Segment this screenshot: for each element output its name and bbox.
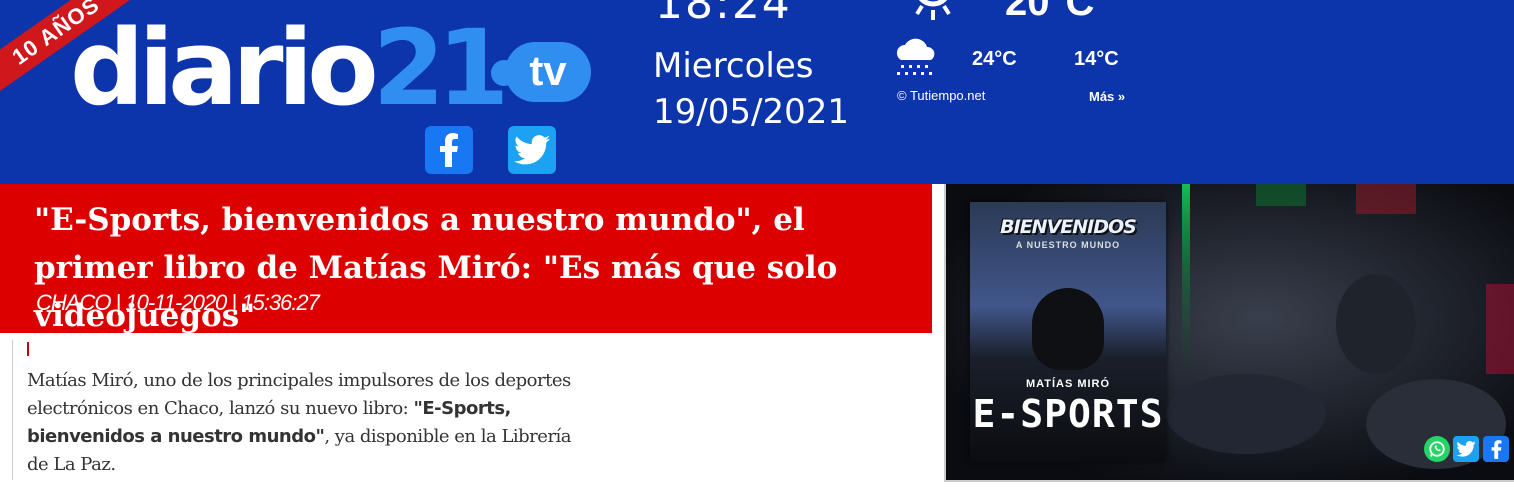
current-temperature: 20°C [1005,0,1095,24]
weather-more-link[interactable]: Más » [1089,89,1125,104]
share-whatsapp-button[interactable] [1424,436,1450,462]
article-headline: "E-Sports, bienvenidos a nuestro mundo",… [34,202,838,334]
whatsapp-icon [1429,441,1445,457]
text-cursor-mark [27,342,29,356]
logo-text: diario [70,7,379,129]
site-header: 10 AÑOS diario 21 tv 18:24 Miercoles 19/… [0,0,1514,184]
facebook-icon [1491,439,1501,459]
current-time: 18:24 [655,0,792,29]
cover-gamer-silhouette [1032,288,1104,370]
article-byline: CHACO | 10-11-2020 | 15:36:27 [36,290,320,315]
book-cover: BIENVENIDOS A NUESTRO MUNDO MATÍAS MIRÓ … [970,202,1166,462]
rain-cloud-icon [896,38,935,75]
twitter-icon [514,135,550,165]
twitter-icon [1456,441,1476,457]
logo-number: 21 [372,7,510,129]
current-date: 19/05/2021 [653,92,849,132]
article-lead: Matías Miró, uno de los principales impu… [27,367,587,479]
current-day: Miercoles [653,46,814,86]
cover-main-title: E-SPORTS [972,392,1164,436]
forecast-min-temp: 14°C [1074,48,1119,70]
headline-banner: "E-Sports, bienvenidos a nuestro mundo",… [0,184,932,334]
share-twitter-button[interactable] [1453,436,1479,462]
weather-credit-link[interactable]: © Tutiempo.net [897,88,985,103]
site-logo[interactable]: diario 21 [70,0,510,129]
sun-icon [915,0,951,20]
article-image[interactable]: BIENVENIDOS A NUESTRO MUNDO MATÍAS MIRÓ … [944,184,1514,482]
facebook-icon [440,133,458,167]
cover-title: BIENVENIDOS [1000,216,1137,238]
share-facebook-button[interactable] [1483,436,1509,462]
cover-author: MATÍAS MIRÓ [1025,378,1111,390]
logo-tv-badge[interactable]: tv [491,42,591,102]
twitter-button[interactable] [508,126,556,174]
cover-subtitle: A NUESTRO MUNDO [1015,240,1121,250]
article-divider [12,340,13,480]
facebook-button[interactable] [425,126,473,174]
forecast-max-temp: 24°C [972,48,1017,70]
